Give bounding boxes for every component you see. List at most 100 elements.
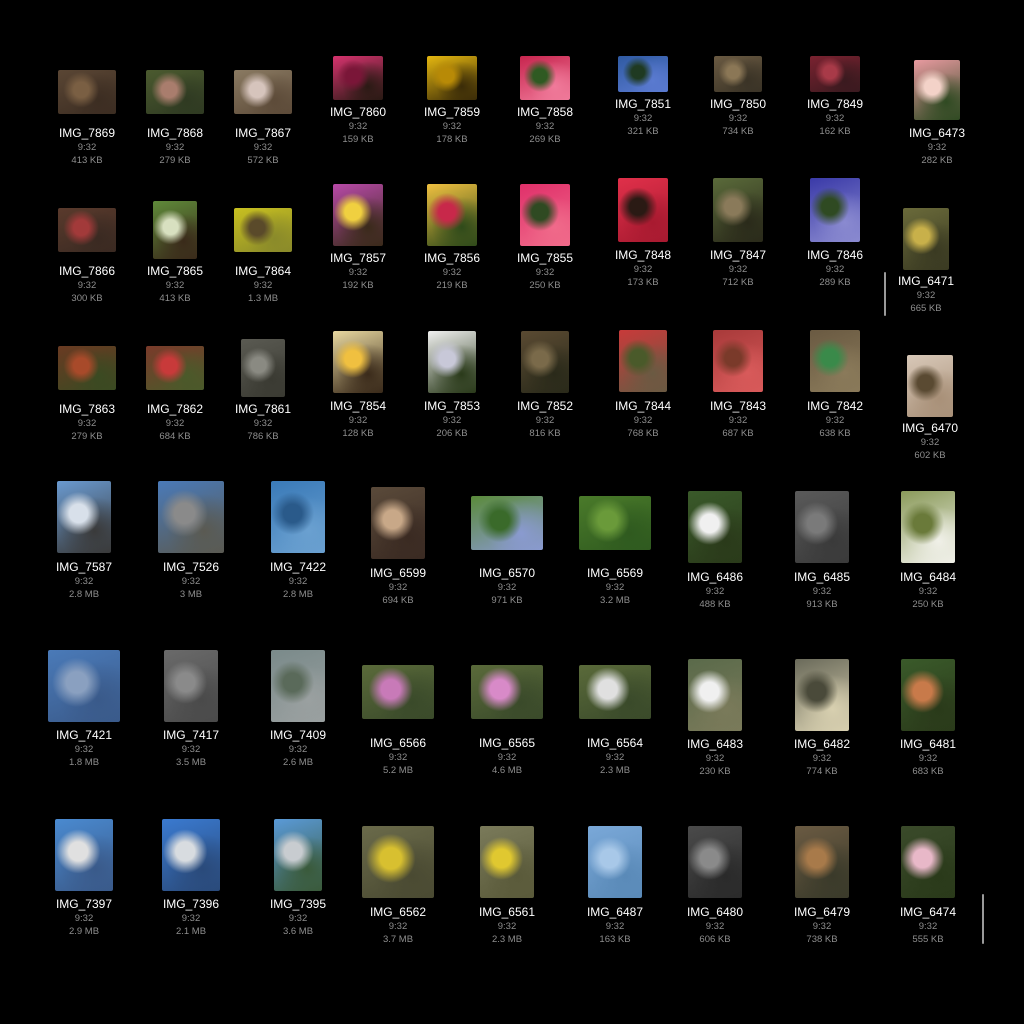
- file-size: 250 KB: [529, 280, 561, 291]
- photo-thumbnail[interactable]: [371, 487, 425, 559]
- photo-thumbnail[interactable]: [714, 56, 762, 92]
- file-size: 206 KB: [436, 428, 468, 439]
- photo-thumbnail[interactable]: [795, 491, 849, 563]
- file-time: 9:32: [74, 913, 94, 924]
- photo-thumbnail[interactable]: [688, 826, 742, 898]
- photo-thumbnail[interactable]: [480, 826, 534, 898]
- file-time: 9:32: [288, 744, 308, 755]
- photo-thumbnail[interactable]: [58, 208, 116, 252]
- file-time: 9:32: [348, 267, 368, 278]
- file-name: IMG_6487: [586, 905, 644, 919]
- file-size: 684 KB: [159, 431, 191, 442]
- file-name: IMG_7848: [614, 248, 672, 262]
- photo-thumbnail[interactable]: [520, 184, 570, 246]
- photo-thumbnail[interactable]: [427, 56, 477, 100]
- file-time: 9:32: [181, 913, 201, 924]
- photo-thumbnail[interactable]: [903, 208, 949, 270]
- photo-thumbnail[interactable]: [579, 665, 651, 719]
- photo-thumbnail[interactable]: [333, 56, 383, 100]
- photo-thumbnail[interactable]: [333, 184, 383, 246]
- photo-thumbnail[interactable]: [618, 56, 668, 92]
- photo-thumbnail[interactable]: [146, 346, 204, 390]
- photo-thumbnail[interactable]: [162, 819, 220, 891]
- photo-thumbnail[interactable]: [333, 331, 383, 393]
- file-name: IMG_6570: [478, 566, 536, 580]
- scrollbar-lower[interactable]: [982, 894, 984, 944]
- file-time: 9:32: [705, 753, 725, 764]
- file-time: 9:32: [605, 582, 625, 593]
- photo-thumbnail[interactable]: [618, 178, 668, 242]
- photo-thumbnail[interactable]: [713, 178, 763, 242]
- file-time: 9:32: [74, 576, 94, 587]
- photo-thumbnail[interactable]: [241, 339, 285, 397]
- photo-thumbnail[interactable]: [907, 355, 953, 417]
- file-size: 178 KB: [436, 134, 468, 145]
- photo-thumbnail[interactable]: [58, 70, 116, 114]
- file-size: 3 MB: [179, 589, 203, 600]
- photo-thumbnail[interactable]: [795, 659, 849, 731]
- photo-thumbnail[interactable]: [810, 178, 860, 242]
- photo-thumbnail[interactable]: [146, 70, 204, 114]
- photo-thumbnail[interactable]: [713, 330, 763, 392]
- file-size: 774 KB: [806, 766, 838, 777]
- scrollbar-upper[interactable]: [884, 272, 886, 316]
- photo-thumbnail[interactable]: [274, 819, 322, 891]
- file-size: 413 KB: [71, 155, 103, 166]
- photo-thumbnail[interactable]: [901, 491, 955, 563]
- file-size: 2.9 MB: [68, 926, 100, 937]
- photo-thumbnail[interactable]: [521, 331, 569, 393]
- photo-thumbnail[interactable]: [619, 330, 667, 392]
- file-size: 913 KB: [806, 599, 838, 610]
- file-time: 9:32: [497, 752, 517, 763]
- photo-thumbnail[interactable]: [914, 60, 960, 120]
- photo-thumbnail[interactable]: [579, 496, 651, 550]
- file-name: IMG_7851: [614, 97, 672, 111]
- file-name: IMG_7422: [269, 560, 327, 574]
- photo-thumbnail[interactable]: [810, 330, 860, 392]
- photo-thumbnail[interactable]: [688, 659, 742, 731]
- file-size: 321 KB: [627, 126, 659, 137]
- photo-thumbnail[interactable]: [234, 70, 292, 114]
- photo-thumbnail[interactable]: [48, 650, 120, 722]
- photo-thumbnail[interactable]: [153, 201, 197, 259]
- photo-thumbnail[interactable]: [810, 56, 860, 92]
- photo-thumbnail[interactable]: [795, 826, 849, 898]
- photo-thumbnail[interactable]: [58, 346, 116, 390]
- file-time: 9:32: [605, 752, 625, 763]
- photo-thumbnail[interactable]: [362, 826, 434, 898]
- file-size: 162 KB: [819, 126, 851, 137]
- photo-thumbnail[interactable]: [520, 56, 570, 100]
- photo-thumbnail[interactable]: [158, 481, 224, 553]
- file-name: IMG_6562: [369, 905, 427, 919]
- photo-thumbnail[interactable]: [362, 665, 434, 719]
- photo-thumbnail[interactable]: [688, 491, 742, 563]
- photo-thumbnail[interactable]: [55, 819, 113, 891]
- file-name: IMG_7867: [234, 126, 292, 140]
- file-name: IMG_7854: [329, 399, 387, 413]
- photo-thumbnail[interactable]: [427, 184, 477, 246]
- photo-thumbnail[interactable]: [901, 826, 955, 898]
- photo-thumbnail[interactable]: [901, 659, 955, 731]
- file-size: 250 KB: [912, 599, 944, 610]
- file-time: 9:32: [825, 415, 845, 426]
- file-time: 9:32: [633, 415, 653, 426]
- file-name: IMG_7421: [55, 728, 113, 742]
- photo-thumbnail[interactable]: [271, 481, 325, 553]
- photo-thumbnail[interactable]: [471, 665, 543, 719]
- file-size: 734 KB: [722, 126, 754, 137]
- file-size: 572 KB: [247, 155, 279, 166]
- photo-thumbnail[interactable]: [164, 650, 218, 722]
- file-name: IMG_7858: [516, 105, 574, 119]
- file-name: IMG_6482: [793, 737, 851, 751]
- file-time: 9:32: [165, 142, 185, 153]
- file-time: 9:32: [812, 753, 832, 764]
- file-time: 9:32: [288, 913, 308, 924]
- photo-thumbnail[interactable]: [428, 331, 476, 393]
- photo-thumbnail[interactable]: [271, 650, 325, 722]
- photo-thumbnail[interactable]: [588, 826, 642, 898]
- photo-thumbnail[interactable]: [234, 208, 292, 252]
- file-time: 9:32: [812, 921, 832, 932]
- photo-thumbnail[interactable]: [471, 496, 543, 550]
- photo-thumbnail[interactable]: [57, 481, 111, 553]
- file-size: 269 KB: [529, 134, 561, 145]
